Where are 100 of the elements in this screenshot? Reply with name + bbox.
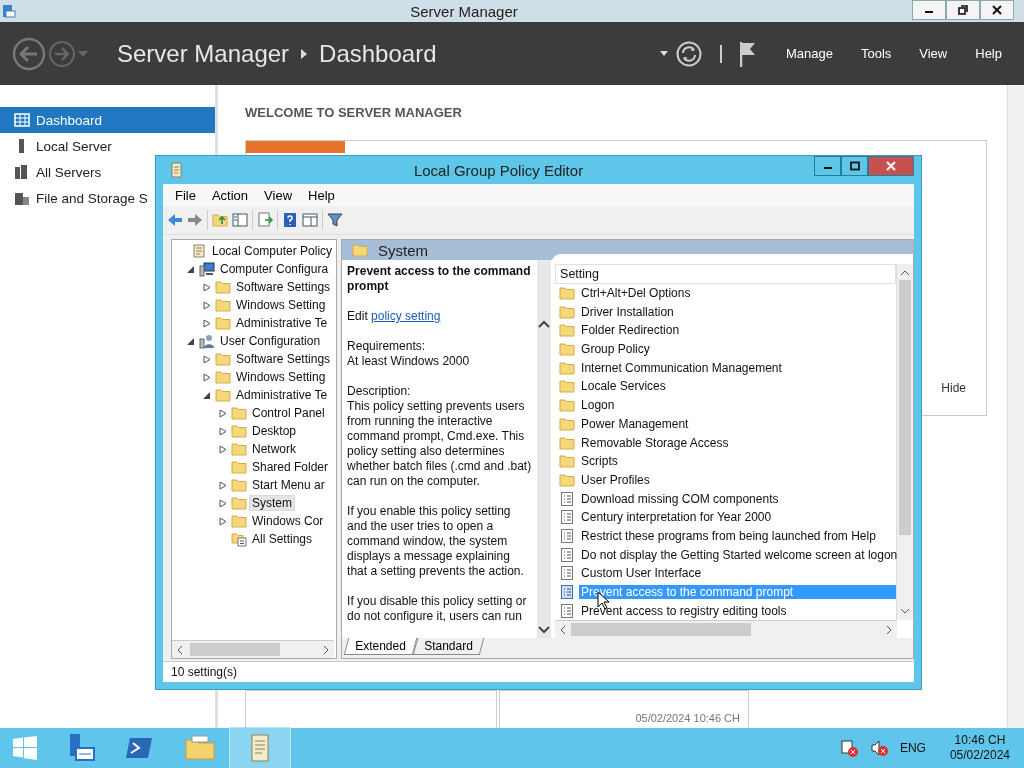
- settings-list-icon: [231, 531, 247, 547]
- folder-up-icon[interactable]: [212, 212, 228, 228]
- setting-item[interactable]: Scripts: [579, 454, 896, 469]
- expand-arrow-icon[interactable]: [219, 498, 227, 508]
- tree-item[interactable]: User Configuration: [218, 334, 323, 348]
- clock-date[interactable]: 05/02/2024: [949, 748, 1010, 763]
- menu-item[interactable]: Help: [300, 187, 343, 203]
- scrollbar[interactable]: [555, 620, 897, 638]
- export-list-icon[interactable]: [257, 212, 273, 228]
- tree-item[interactable]: Windows Setting: [234, 298, 328, 312]
- expand-arrow-icon[interactable]: [219, 408, 227, 418]
- menu-item[interactable]: Action: [203, 187, 257, 203]
- menu-item[interactable]: View: [905, 46, 962, 61]
- tree-item[interactable]: Software Settings: [234, 352, 333, 366]
- hide-link[interactable]: Hide: [941, 381, 966, 395]
- breadcrumb-item[interactable]: Server Manager: [117, 39, 290, 68]
- policy-icon: [559, 584, 576, 601]
- expand-arrow-icon[interactable]: [203, 282, 211, 292]
- collapse-arrow-icon[interactable]: [187, 336, 195, 346]
- column-header[interactable]: Setting: [555, 264, 896, 284]
- setting-item[interactable]: Group Policy: [579, 342, 896, 357]
- forward-icon[interactable]: [187, 212, 203, 228]
- tree-item[interactable]: System: [250, 496, 294, 510]
- collapse-arrow-icon[interactable]: [203, 390, 211, 400]
- menu-item[interactable]: View: [256, 187, 301, 203]
- caret-icon[interactable]: [659, 51, 668, 56]
- tree-item[interactable]: Computer Configura: [218, 262, 331, 276]
- expand-arrow-icon[interactable]: [219, 426, 227, 436]
- help-icon[interactable]: [282, 212, 298, 228]
- nav-item[interactable]: Local Server: [0, 133, 114, 159]
- maximize-button[interactable]: [841, 156, 868, 176]
- setting-item[interactable]: Removable Storage Access: [579, 435, 896, 450]
- breadcrumb-item[interactable]: Dashboard: [319, 39, 437, 68]
- expand-arrow-icon[interactable]: [203, 372, 211, 382]
- setting-item[interactable]: Ctrl+Alt+Del Options: [579, 286, 896, 301]
- nav-item[interactable]: All Servers: [0, 159, 104, 185]
- tree-item[interactable]: Administrative Te: [234, 388, 330, 402]
- scrollbar[interactable]: [896, 264, 913, 620]
- restore-button[interactable]: [946, 0, 980, 20]
- expand-arrow-icon[interactable]: [203, 300, 211, 310]
- network-error-icon[interactable]: [839, 739, 858, 757]
- close-button[interactable]: [980, 0, 1014, 20]
- folder-icon: [559, 322, 576, 339]
- tree-item[interactable]: Software Settings: [234, 280, 333, 294]
- policy-setting-link[interactable]: policy setting: [371, 309, 441, 323]
- clock-time[interactable]: 10:46 CH: [954, 733, 1006, 748]
- expand-arrow-icon[interactable]: [203, 318, 211, 328]
- menu-item[interactable]: File: [167, 187, 204, 203]
- setting-item[interactable]: Custom User Interface: [579, 566, 896, 581]
- setting-item[interactable]: Download missing COM components: [579, 491, 896, 506]
- filter-icon[interactable]: [327, 212, 343, 228]
- setting-item[interactable]: Locale Services: [579, 379, 896, 394]
- menu-item[interactable]: Tools: [846, 46, 906, 61]
- refresh-icon[interactable]: [675, 40, 702, 67]
- menu-item[interactable]: Manage: [771, 46, 847, 61]
- tree-item[interactable]: All Settings: [250, 532, 315, 546]
- view-tab[interactable]: Extended: [343, 638, 418, 655]
- setting-item[interactable]: User Profiles: [579, 472, 896, 487]
- language-indicator[interactable]: ENG: [899, 741, 926, 755]
- back-icon[interactable]: [12, 36, 46, 71]
- tree-item[interactable]: Network: [250, 442, 298, 456]
- minimize-button[interactable]: [814, 156, 841, 176]
- tree-item[interactable]: Local Computer Policy: [210, 244, 335, 258]
- description-text: This policy setting prevents users from running the interactive command prompt, Cmd.exe. This policy setting also determines whether batch files (.cmd and .bat) can run on the computer.: [347, 399, 533, 489]
- setting-item[interactable]: Power Management: [579, 416, 896, 431]
- setting-item[interactable]: Restrict these programs from being launched from Help: [579, 529, 896, 543]
- scrollbar[interactable]: [172, 640, 335, 658]
- setting-item[interactable]: Prevent access to registry editing tools: [579, 603, 896, 618]
- view-tab[interactable]: Standard: [412, 638, 484, 655]
- scrollbar[interactable]: [537, 260, 552, 638]
- scrollbar[interactable]: [1007, 85, 1024, 728]
- folder-icon: [215, 279, 231, 295]
- servers-icon: [14, 165, 30, 179]
- expand-arrow-icon[interactable]: [219, 516, 227, 526]
- expand-arrow-icon[interactable]: [203, 354, 211, 364]
- flag-icon[interactable]: [739, 40, 756, 67]
- expand-arrow-icon[interactable]: [219, 444, 227, 454]
- tree-item[interactable]: Control Panel: [250, 406, 327, 420]
- tree-item[interactable]: Administrative Te: [234, 316, 330, 330]
- speaker-muted-icon[interactable]: [869, 739, 888, 757]
- setting-item[interactable]: Driver Installation: [579, 304, 896, 319]
- setting-item[interactable]: Do not display the Getting Started welcome screen at logon: [579, 547, 900, 562]
- minimize-button[interactable]: [912, 0, 946, 20]
- menu-item[interactable]: Help: [961, 46, 1016, 61]
- setting-item[interactable]: Internet Communication Management: [579, 360, 896, 375]
- nav-item[interactable]: File and Storage S: [0, 185, 150, 211]
- setting-item[interactable]: Logon: [579, 398, 896, 413]
- collapse-arrow-icon[interactable]: [187, 264, 195, 274]
- expand-arrow-icon[interactable]: [219, 480, 227, 490]
- nav-item[interactable]: Dashboard: [0, 107, 215, 133]
- tree-item[interactable]: Windows Cor: [250, 514, 326, 528]
- tree-item[interactable]: Start Menu ar: [250, 478, 327, 492]
- setting-item[interactable]: Century interpretation for Year 2000: [579, 510, 896, 525]
- properties-pane-icon[interactable]: [302, 212, 318, 228]
- setting-item[interactable]: Folder Redirection: [579, 323, 896, 338]
- tree-item[interactable]: Windows Setting: [234, 370, 328, 384]
- back-icon[interactable]: [167, 212, 183, 228]
- tree-item[interactable]: Desktop: [250, 424, 299, 438]
- tree-pane-icon[interactable]: [232, 212, 248, 228]
- tree-item[interactable]: Shared Folder: [250, 460, 331, 474]
